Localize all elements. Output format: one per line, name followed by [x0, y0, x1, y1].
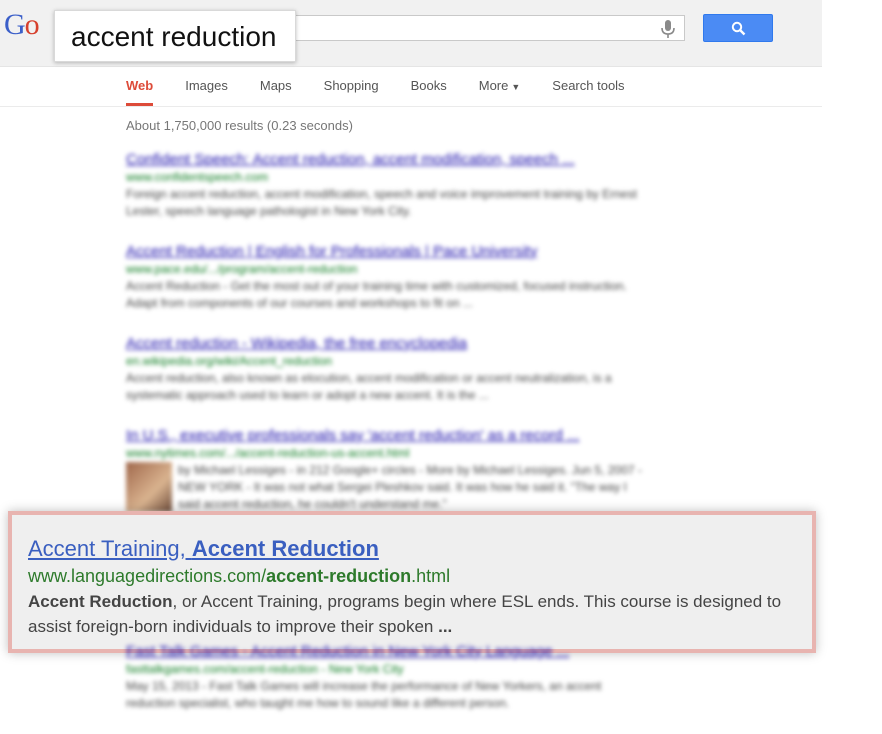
snippet-ellipsis: ...: [438, 617, 453, 636]
tab-web[interactable]: Web: [126, 78, 154, 106]
tabs-divider: [0, 106, 822, 107]
search-tabs: Web Images Maps Shopping Books More ▼ Sea…: [126, 78, 657, 106]
result-url: fasttalkgames.com/accent-reduction - New…: [126, 662, 404, 676]
zoomed-search-query[interactable]: accent reduction: [54, 10, 296, 62]
search-result: Accent reduction - Wikipedia, the free e…: [126, 334, 646, 404]
highlighted-result-url: www.languagedirections.com/accent-reduct…: [28, 563, 796, 589]
blurred-results-list: Confident Speech: Accent reduction, acce…: [126, 150, 646, 535]
result-snippet: Accent reduction, also known as elocutio…: [126, 371, 612, 402]
search-result: Fast Talk Games - Accent Reduction in Ne…: [126, 642, 646, 712]
result-snippet: by Michael Lessiges - in 212 Google+ cir…: [178, 463, 642, 511]
result-title-link[interactable]: Fast Talk Games - Accent Reduction in Ne…: [126, 642, 646, 661]
highlighted-result: Accent Training, Accent Reduction www.la…: [8, 511, 816, 653]
search-result: Confident Speech: Accent reduction, acce…: [126, 150, 646, 220]
result-url: en.wikipedia.org/wiki/Accent_reduction: [126, 354, 333, 368]
result-stats: About 1,750,000 results (0.23 seconds): [126, 118, 353, 133]
tab-more[interactable]: More ▼: [479, 78, 521, 106]
url-suffix: .html: [411, 566, 451, 586]
chevron-down-icon: ▼: [511, 82, 521, 92]
tab-more-label: More: [478, 78, 509, 93]
result-snippet: May 15, 2013 - Fast Talk Games will incr…: [126, 679, 602, 710]
result-snippet: Accent Reduction - Get the most out of y…: [126, 279, 627, 310]
tab-maps[interactable]: Maps: [260, 78, 292, 106]
highlighted-result-snippet: Accent Reduction, or Accent Training, pr…: [28, 589, 796, 639]
tab-search-tools[interactable]: Search tools: [552, 78, 624, 106]
author-thumbnail[interactable]: [126, 462, 172, 512]
search-input[interactable]: [295, 15, 685, 41]
result-snippet: Foreign accent reduction, accent modific…: [126, 187, 637, 218]
logo-letter-o: o: [24, 8, 40, 41]
tab-images[interactable]: Images: [185, 78, 228, 106]
result-body: by Michael Lessiges - in 212 Google+ cir…: [126, 462, 646, 513]
result-url: www.nytimes.com/.../accent-reduction-us-…: [126, 446, 410, 460]
logo-letter-g: G: [4, 8, 26, 41]
microphone-icon[interactable]: [658, 18, 678, 40]
blurred-result-below: Fast Talk Games - Accent Reduction in Ne…: [126, 642, 646, 734]
highlighted-result-title-link[interactable]: Accent Training, Accent Reduction: [28, 535, 796, 563]
result-title-link[interactable]: Confident Speech: Accent reduction, acce…: [126, 150, 646, 169]
tab-shopping[interactable]: Shopping: [324, 78, 379, 106]
url-part: www.languagedirections.com/: [28, 566, 267, 586]
search-result: In U.S., executive professionals say 'ac…: [126, 426, 646, 513]
result-url: www.pace.edu/.../program/accent-reductio…: [126, 262, 358, 276]
result-title-link[interactable]: Accent Reduction | English for Professio…: [126, 242, 646, 261]
google-logo[interactable]: Go: [4, 8, 40, 42]
tab-books[interactable]: Books: [411, 78, 447, 106]
result-title-link[interactable]: Accent reduction - Wikipedia, the free e…: [126, 334, 646, 353]
search-result: Accent Reduction | English for Professio…: [126, 242, 646, 312]
search-button[interactable]: [703, 14, 773, 42]
result-title-link[interactable]: In U.S., executive professionals say 'ac…: [126, 426, 646, 445]
url-bold-part: accent-reduction: [266, 566, 412, 586]
result-url: www.confidentspeech.com: [126, 170, 269, 184]
snippet-bold-part: Accent Reduction: [28, 592, 173, 611]
title-part: Accent Training,: [28, 536, 192, 561]
title-bold-part: Accent Reduction: [191, 536, 379, 561]
